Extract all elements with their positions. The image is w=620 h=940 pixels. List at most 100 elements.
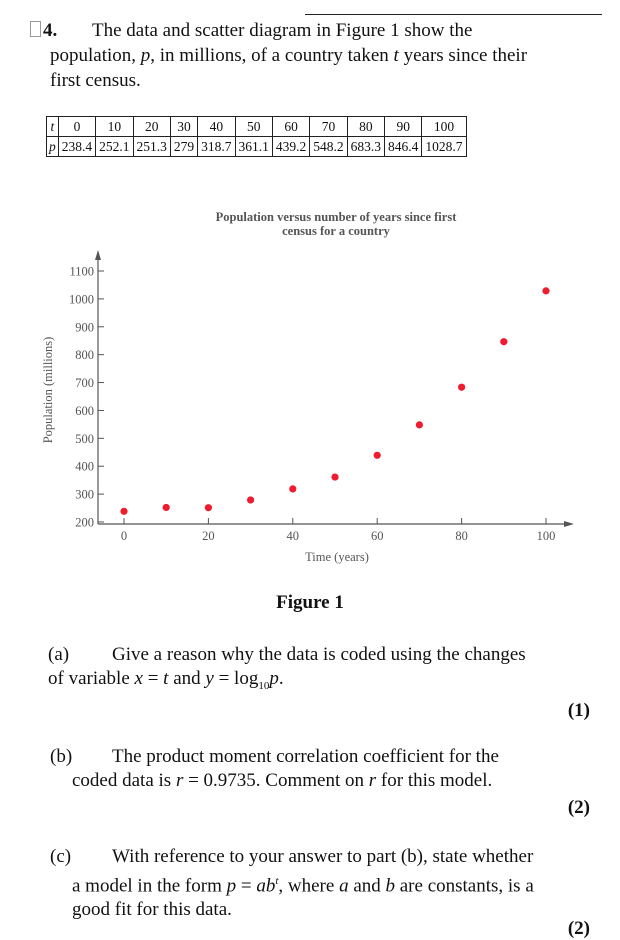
- table-cell: 10: [95, 116, 134, 137]
- y-tick-label: 200: [75, 516, 94, 530]
- text: .: [278, 668, 284, 689]
- data-point: [247, 496, 255, 504]
- text: for this model.: [376, 770, 493, 791]
- y-tick-label: 300: [75, 488, 94, 502]
- var-p: p: [269, 668, 279, 689]
- intro-text: years since their: [398, 45, 528, 66]
- y-tick-label: 500: [75, 432, 94, 446]
- intro-text: , in millions, of a country taken: [150, 45, 394, 66]
- data-point: [500, 338, 508, 346]
- x-axis-arrow-icon: [564, 521, 574, 527]
- subscript: 10: [258, 679, 270, 692]
- data-point: [331, 473, 339, 481]
- table-cell: 548.2: [309, 136, 348, 157]
- part-c: (c) With reference to your answer to par…: [50, 845, 590, 922]
- text: = 0.9735. Comment on: [183, 770, 369, 791]
- table-cell: 20: [132, 116, 171, 137]
- text: are constants, is a: [395, 875, 534, 897]
- part-label: (b): [50, 746, 73, 767]
- question-header: 4. The data and scatter diagram in Figur…: [30, 18, 600, 93]
- part-text: With reference to your answer to part (b…: [72, 845, 590, 922]
- part-line: The product moment correlation coefficie…: [112, 746, 499, 767]
- y-axis-arrow-icon: [95, 250, 101, 260]
- y-tick-label: 1100: [69, 265, 94, 279]
- table-cell: 90: [383, 116, 423, 137]
- table-cell: 40: [197, 116, 236, 137]
- text: of variable: [48, 668, 135, 689]
- data-point: [162, 503, 170, 512]
- table-cell: 70: [309, 116, 348, 137]
- text: and: [168, 668, 206, 689]
- part-line: a model in the form p = abt, where a and…: [72, 869, 590, 898]
- x-tick-label: 0: [121, 529, 127, 543]
- var-a: a: [339, 875, 349, 897]
- part-text: The product moment correlation coefficie…: [72, 745, 590, 793]
- var-ab: ab: [256, 875, 276, 897]
- row-label: p: [46, 136, 59, 157]
- row-label: t: [46, 116, 59, 137]
- table-cell: 439.2: [271, 136, 311, 157]
- x-tick-label: 40: [287, 529, 300, 543]
- y-tick-label: 800: [75, 348, 94, 362]
- part-line: With reference to your answer to part (b…: [112, 846, 534, 867]
- table-cell: 252.1: [95, 136, 134, 157]
- chart-title: Population versus number of years since …: [216, 210, 458, 224]
- data-point: [458, 383, 466, 391]
- marks-b: (2): [567, 797, 590, 818]
- marks-a: (1): [567, 700, 590, 721]
- var-x: x: [134, 668, 143, 689]
- var-b: b: [385, 875, 396, 897]
- table-cell: 0: [57, 116, 97, 137]
- table-cell: 238.4: [57, 136, 97, 157]
- y-tick-label: 600: [75, 404, 94, 418]
- text: = log: [213, 668, 259, 689]
- question-number: 4.: [30, 18, 57, 43]
- var-p: p: [140, 45, 151, 66]
- answer-line: [305, 14, 602, 15]
- figure-caption: Figure 1: [276, 592, 344, 613]
- table-cell: 60: [271, 116, 311, 137]
- data-point: [373, 451, 381, 459]
- text: a model in the form: [72, 875, 227, 897]
- data-point: [120, 507, 128, 515]
- part-a: (a) Give a reason why the data is coded …: [48, 643, 590, 698]
- table-cell: 30: [169, 116, 199, 137]
- text: =: [142, 668, 164, 689]
- part-line: good fit for this data.: [72, 899, 232, 921]
- var-y: y: [205, 668, 214, 689]
- marks-c: (2): [567, 918, 590, 939]
- part-line: coded data is r = 0.9735. Comment on r f…: [72, 769, 590, 793]
- data-point: [204, 504, 212, 512]
- table-cell: 318.7: [197, 136, 236, 157]
- text: =: [236, 875, 257, 897]
- data-point: [289, 485, 297, 493]
- text: , where: [278, 875, 340, 897]
- y-tick-label: 400: [75, 460, 94, 474]
- table-cell: 846.4: [383, 136, 423, 157]
- table-cell: 80: [346, 116, 386, 137]
- text: coded data is: [72, 770, 176, 791]
- data-point: [542, 287, 550, 295]
- part-label: (c): [50, 846, 72, 867]
- table-cell: 251.3: [132, 136, 171, 157]
- part-line: of variable x = t and y = log10p.: [48, 667, 590, 698]
- y-tick-label: 700: [75, 376, 94, 390]
- data-table: t 0 10 20 30 40 50 60 70 80 90 100 p 238…: [46, 116, 467, 157]
- question-intro: The data and scatter diagram in Figure 1…: [50, 18, 600, 93]
- text: and: [348, 875, 386, 897]
- intro-line-3: first census.: [50, 70, 141, 91]
- table-row-t: t 0 10 20 30 40 50 60 70 80 90 100: [46, 116, 467, 137]
- data-point: [415, 421, 423, 429]
- x-tick-label: 60: [371, 529, 384, 543]
- table-cell: 279: [169, 136, 199, 157]
- table-cell: 50: [234, 116, 273, 137]
- y-axis-label: Population (millions): [41, 337, 55, 444]
- table-row-p: p 238.4 252.1 251.3 279 318.7 361.1 439.…: [46, 136, 467, 157]
- var-p: p: [226, 875, 237, 897]
- x-tick-label: 100: [537, 529, 556, 543]
- x-axis-label: Time (years): [305, 550, 369, 564]
- checkbox-icon: [30, 21, 41, 37]
- scatter-chart: Population versus number of years since …: [41, 210, 574, 564]
- x-tick-label: 20: [202, 529, 215, 543]
- table-cell: 683.3: [346, 136, 386, 157]
